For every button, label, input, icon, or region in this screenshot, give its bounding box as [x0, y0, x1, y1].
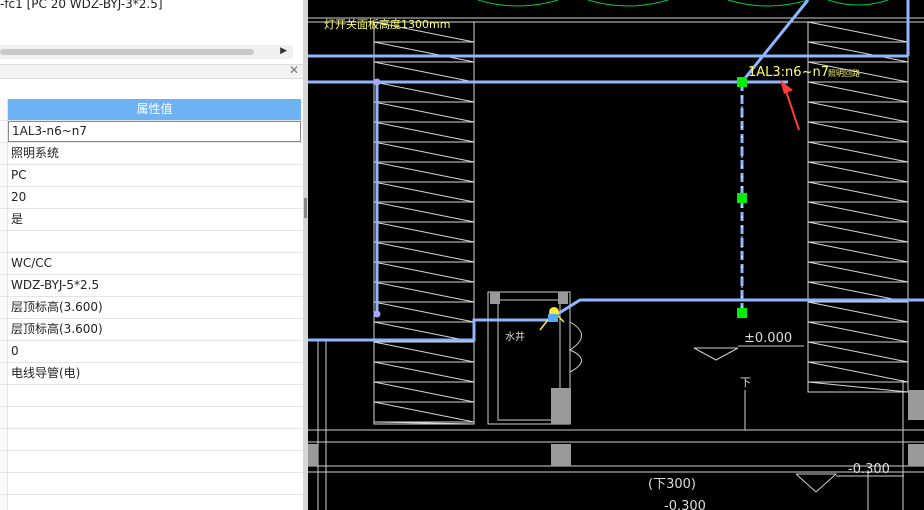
property-row[interactable]: 层顶标高(3.600): [0, 319, 303, 341]
property-value-cell[interactable]: 照明系统: [8, 143, 301, 164]
row-gutter: [0, 495, 8, 510]
property-panel-header: ✕: [0, 63, 303, 79]
property-row[interactable]: 照明系统: [0, 143, 303, 165]
property-value-cell[interactable]: WDZ-BYJ-5*2.5: [8, 275, 301, 296]
property-value-cell[interactable]: [8, 407, 301, 428]
left-pane: -fc1 [PC 20 WDZ-BYJ-3*2.5] — — ▶ ✕ 属性值 1…: [0, 0, 303, 510]
thickness-label: (下300): [648, 477, 696, 492]
property-row[interactable]: 1AL3-n6~n7: [0, 121, 303, 143]
row-gutter: [0, 99, 8, 120]
property-value-cell[interactable]: 1AL3-n6~n7: [8, 121, 301, 142]
property-row[interactable]: [0, 429, 303, 451]
row-gutter: [0, 121, 8, 142]
row-gutter: [0, 231, 8, 252]
cad-drawing: 灯开关面板高度1300mm 1AL3:n6~n7 照明回路 ±0.000 水井 …: [308, 0, 924, 510]
property-grid: 属性值 1AL3-n6~n7 照明系统 PC 20 是 WC/CC WDZ-BYJ-5*2.…: [0, 99, 303, 510]
shaft-label: 水井: [505, 330, 525, 343]
row-gutter: [0, 385, 8, 406]
property-value-cell[interactable]: 0: [8, 341, 301, 362]
property-row[interactable]: WC/CC: [0, 253, 303, 275]
row-gutter: [0, 187, 8, 208]
property-value-cell[interactable]: [8, 451, 301, 472]
property-row[interactable]: 0: [0, 341, 303, 363]
property-row[interactable]: 电线导管(电): [0, 363, 303, 385]
scrollbar-thumb[interactable]: [0, 49, 254, 55]
property-row[interactable]: [0, 495, 303, 510]
property-row[interactable]: 20: [0, 187, 303, 209]
property-value-cell[interactable]: [8, 231, 301, 252]
property-row[interactable]: 层顶标高(3.600): [0, 297, 303, 319]
row-gutter: [0, 473, 8, 494]
property-row[interactable]: [0, 231, 303, 253]
scroll-right-icon[interactable]: ▶: [280, 46, 287, 56]
property-value-cell[interactable]: 电线导管(电): [8, 363, 301, 384]
property-row[interactable]: PC: [0, 165, 303, 187]
property-value-cell[interactable]: [8, 429, 301, 450]
property-value-cell[interactable]: [8, 385, 301, 406]
row-gutter: [0, 451, 8, 472]
property-value-cell[interactable]: 是: [8, 209, 301, 230]
selected-object-summary: -fc1 [PC 20 WDZ-BYJ-3*2.5]: [0, 0, 163, 11]
row-gutter: [0, 165, 8, 186]
splitter-handle[interactable]: [304, 198, 307, 218]
property-value-cell[interactable]: [8, 495, 301, 510]
row-gutter: [0, 297, 8, 318]
property-value-cell[interactable]: 层顶标高(3.600): [8, 319, 301, 340]
row-gutter: [0, 363, 8, 384]
property-row[interactable]: [0, 451, 303, 473]
horizontal-scrollbar[interactable]: ▶: [0, 45, 293, 59]
column-header-value: 属性值: [8, 99, 301, 120]
row-gutter: [0, 275, 8, 296]
level-zero-label: ±0.000: [744, 331, 792, 346]
property-row[interactable]: [0, 473, 303, 495]
property-row[interactable]: [0, 407, 303, 429]
cad-drawing-canvas[interactable]: 灯开关面板高度1300mm 1AL3:n6~n7 照明回路 ±0.000 水井 …: [308, 0, 924, 510]
row-gutter: [0, 407, 8, 428]
circuit-label-suffix: 照明回路: [828, 68, 860, 78]
property-value-cell[interactable]: WC/CC: [8, 253, 301, 274]
row-gutter: [0, 209, 8, 230]
row-gutter: [0, 319, 8, 340]
close-icon[interactable]: ✕: [289, 63, 299, 77]
level-minus-label: -0.300: [848, 462, 890, 477]
property-row[interactable]: 是: [0, 209, 303, 231]
circuit-label: 1AL3:n6~n7: [748, 65, 829, 80]
row-gutter: [0, 341, 8, 362]
property-grid-header: 属性值: [0, 99, 303, 121]
property-value-cell[interactable]: 20: [8, 187, 301, 208]
property-value-cell[interactable]: [8, 473, 301, 494]
level-minus-label-2: -0.300: [664, 499, 706, 510]
property-row[interactable]: WDZ-BYJ-5*2.5: [0, 275, 303, 297]
row-gutter: [0, 429, 8, 450]
property-value-cell[interactable]: 层顶标高(3.600): [8, 297, 301, 318]
down-label: 下: [740, 376, 751, 389]
row-gutter: [0, 143, 8, 164]
property-row[interactable]: [0, 385, 303, 407]
property-value-cell[interactable]: PC: [8, 165, 301, 186]
row-gutter: [0, 253, 8, 274]
switch-height-annotation: 灯开关面板高度1300mm: [324, 17, 450, 31]
